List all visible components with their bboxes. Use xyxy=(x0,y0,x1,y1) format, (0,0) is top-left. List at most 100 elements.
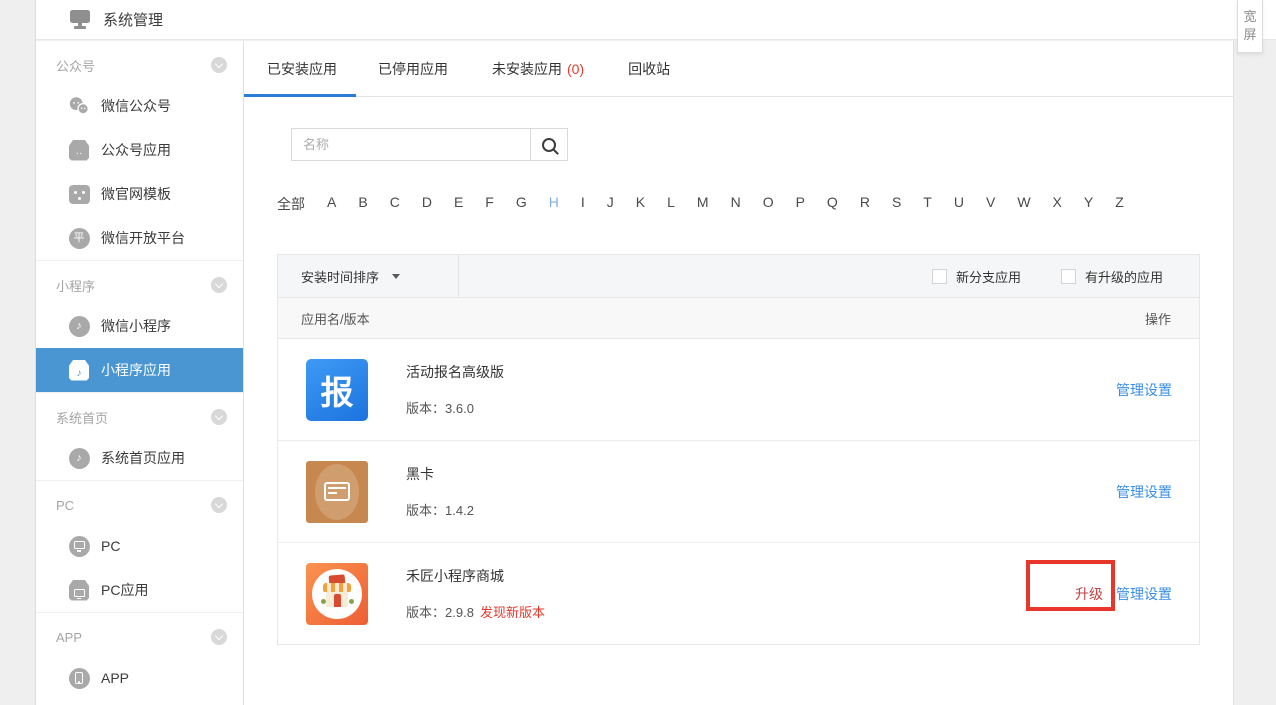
app-list-card: 安装时间排序 新分支应用 有升级的应用 应用名/版本 操作 报 xyxy=(277,254,1200,645)
sidebar-item-label: 微信开放平台 xyxy=(101,228,185,248)
alpha-letter[interactable]: T xyxy=(923,194,932,214)
table-row: 报 活动报名高级版 版本：3.6.0 管理设置 xyxy=(278,339,1199,441)
alpha-letter[interactable]: Y xyxy=(1084,194,1093,214)
search-input[interactable] xyxy=(291,128,531,161)
alpha-letter[interactable]: M xyxy=(697,194,709,214)
sidebar-item-label: PC xyxy=(101,538,120,554)
tab-installed-apps[interactable]: 已安装应用 xyxy=(244,41,356,96)
chevron-down-icon[interactable] xyxy=(211,57,227,73)
page-title: 系统管理 xyxy=(103,9,163,30)
chevron-down-icon[interactable] xyxy=(211,409,227,425)
version-label: 版本： xyxy=(406,605,445,620)
sidebar-item-micro-site-template[interactable]: 微官网模板 xyxy=(36,172,243,216)
alpha-letter[interactable]: Q xyxy=(827,194,838,214)
note-circle-icon: ♪ xyxy=(68,315,90,337)
sidebar-item-wechat-miniprogram[interactable]: ♪ 微信小程序 xyxy=(36,304,243,348)
section-label: 公众号 xyxy=(56,56,95,75)
sidebar-item-system-home-apps[interactable]: ♪ 系统首页应用 xyxy=(36,436,243,480)
table-header: 应用名/版本 操作 xyxy=(278,298,1199,339)
alpha-letter[interactable]: P xyxy=(796,194,805,214)
alpha-letter[interactable]: W xyxy=(1017,194,1030,214)
sidebar-item-wechat-official[interactable]: 微信公众号 xyxy=(36,84,243,128)
alpha-letter[interactable]: A xyxy=(327,194,336,214)
sidebar-item-label: 微信小程序 xyxy=(101,316,171,336)
chevron-down-icon[interactable] xyxy=(211,497,227,513)
alpha-letter[interactable]: I xyxy=(581,194,585,214)
filter-upgradable-apps[interactable]: 有升级的应用 xyxy=(1061,267,1163,286)
sidebar-item-label: 系统首页应用 xyxy=(101,448,185,468)
app-status-tabbar: 已安装应用 已停用应用 未安装应用 (0) 回收站 xyxy=(244,41,1233,97)
app-name: 活动报名高级版 xyxy=(406,362,504,382)
section-label: 小程序 xyxy=(56,276,95,295)
top-header: 系统管理 xyxy=(36,0,1276,40)
checkbox-upgradable[interactable] xyxy=(1061,269,1076,284)
note-circle-icon: ♪ xyxy=(68,447,90,469)
alpha-letter[interactable]: L xyxy=(667,194,675,214)
bag-pc-icon xyxy=(68,579,90,601)
alpha-letter[interactable]: E xyxy=(454,194,463,214)
wechat-icon xyxy=(68,95,90,117)
manage-settings-link[interactable]: 管理设置 xyxy=(1116,482,1172,502)
manage-settings-link[interactable]: 管理设置 xyxy=(1116,584,1172,604)
alpha-letter[interactable]: S xyxy=(892,194,901,214)
sidebar-item-miniprogram-apps[interactable]: ♪ 小程序应用 xyxy=(36,348,243,392)
alpha-letter[interactable]: N xyxy=(731,194,741,214)
search-button[interactable] xyxy=(530,128,568,161)
sidebar-item-label: PC应用 xyxy=(101,580,148,600)
sidebar-item-official-apps[interactable]: ·· 公众号应用 xyxy=(36,128,243,172)
alpha-letter-highlighted[interactable]: H xyxy=(549,194,559,214)
alpha-letter[interactable]: U xyxy=(954,194,964,214)
sidebar-item-wechat-open-platform[interactable]: 平 微信开放平台 xyxy=(36,216,243,260)
alpha-letter[interactable]: V xyxy=(986,194,995,214)
alpha-letter[interactable]: C xyxy=(390,194,400,214)
uninstalled-count-badge: (0) xyxy=(567,61,584,77)
version-label: 版本： xyxy=(406,503,445,518)
alpha-letter[interactable]: B xyxy=(358,194,367,214)
alpha-letter[interactable]: D xyxy=(422,194,432,214)
sidebar-item-app[interactable]: APP xyxy=(36,656,243,700)
template-icon xyxy=(68,183,90,205)
tab-recycle-bin[interactable]: 回收站 xyxy=(606,41,692,96)
chevron-down-icon[interactable] xyxy=(211,629,227,645)
bag-note-icon: ♪ xyxy=(68,359,90,381)
version-value: 2.9.8 xyxy=(445,605,474,620)
bag-wechat-icon: ·· xyxy=(68,139,90,161)
tab-uninstalled-apps[interactable]: 未安装应用 (0) xyxy=(470,41,606,96)
alpha-letter[interactable]: K xyxy=(636,194,645,214)
phone-circle-icon xyxy=(68,667,90,689)
upgrade-link[interactable]: 升级 xyxy=(1075,584,1103,604)
sidebar-section-app: APP APP xyxy=(36,613,243,700)
widescreen-toggle-button[interactable]: 宽屏 xyxy=(1237,0,1263,53)
system-monitor-icon xyxy=(70,10,90,23)
sidebar-section-gongzhonghao: 公众号 微信公众号 ·· 公众号应用 微官网模板 平 xyxy=(36,41,243,261)
collapsed-left-rail xyxy=(0,0,36,705)
sort-dropdown[interactable]: 安装时间排序 xyxy=(278,255,459,297)
sidebar-item-label: 公众号应用 xyxy=(101,140,171,160)
alpha-letter[interactable]: O xyxy=(763,194,774,214)
list-toolbar: 安装时间排序 新分支应用 有升级的应用 xyxy=(278,255,1199,298)
filter-new-branch-apps[interactable]: 新分支应用 xyxy=(932,267,1021,286)
app-icon-heika xyxy=(306,461,368,523)
sidebar-section-pc: PC PC PC应用 xyxy=(36,481,243,613)
alpha-letter[interactable]: G xyxy=(516,194,527,214)
tab-disabled-apps[interactable]: 已停用应用 xyxy=(356,41,470,96)
checkbox-new-branch[interactable] xyxy=(932,269,947,284)
manage-settings-link[interactable]: 管理设置 xyxy=(1116,380,1172,400)
new-version-found-link[interactable]: 发现新版本 xyxy=(480,605,545,620)
sidebar-item-pc[interactable]: PC xyxy=(36,524,243,568)
alpha-letter[interactable]: F xyxy=(485,194,494,214)
sidebar-section-system-home: 系统首页 ♪ 系统首页应用 xyxy=(36,393,243,481)
alpha-letter[interactable]: X xyxy=(1053,194,1062,214)
alpha-letter[interactable]: J xyxy=(607,194,614,214)
alpha-letter[interactable]: R xyxy=(860,194,870,214)
table-row: 禾匠小程序商城 版本：2.9.8发现新版本 升级 管理设置 xyxy=(278,543,1199,644)
search-icon xyxy=(542,138,556,152)
sidebar-item-pc-apps[interactable]: PC应用 xyxy=(36,568,243,612)
chevron-down-icon[interactable] xyxy=(211,277,227,293)
alpha-letter[interactable]: Z xyxy=(1115,194,1124,214)
sidebar: 公众号 微信公众号 ·· 公众号应用 微官网模板 平 xyxy=(36,41,244,705)
sidebar-section-miniprogram: 小程序 ♪ 微信小程序 ♪ 小程序应用 xyxy=(36,261,243,393)
widescreen-label: 宽屏 xyxy=(1243,8,1257,44)
alpha-all[interactable]: 全部 xyxy=(277,194,305,214)
shop-illustration-icon xyxy=(312,569,362,619)
